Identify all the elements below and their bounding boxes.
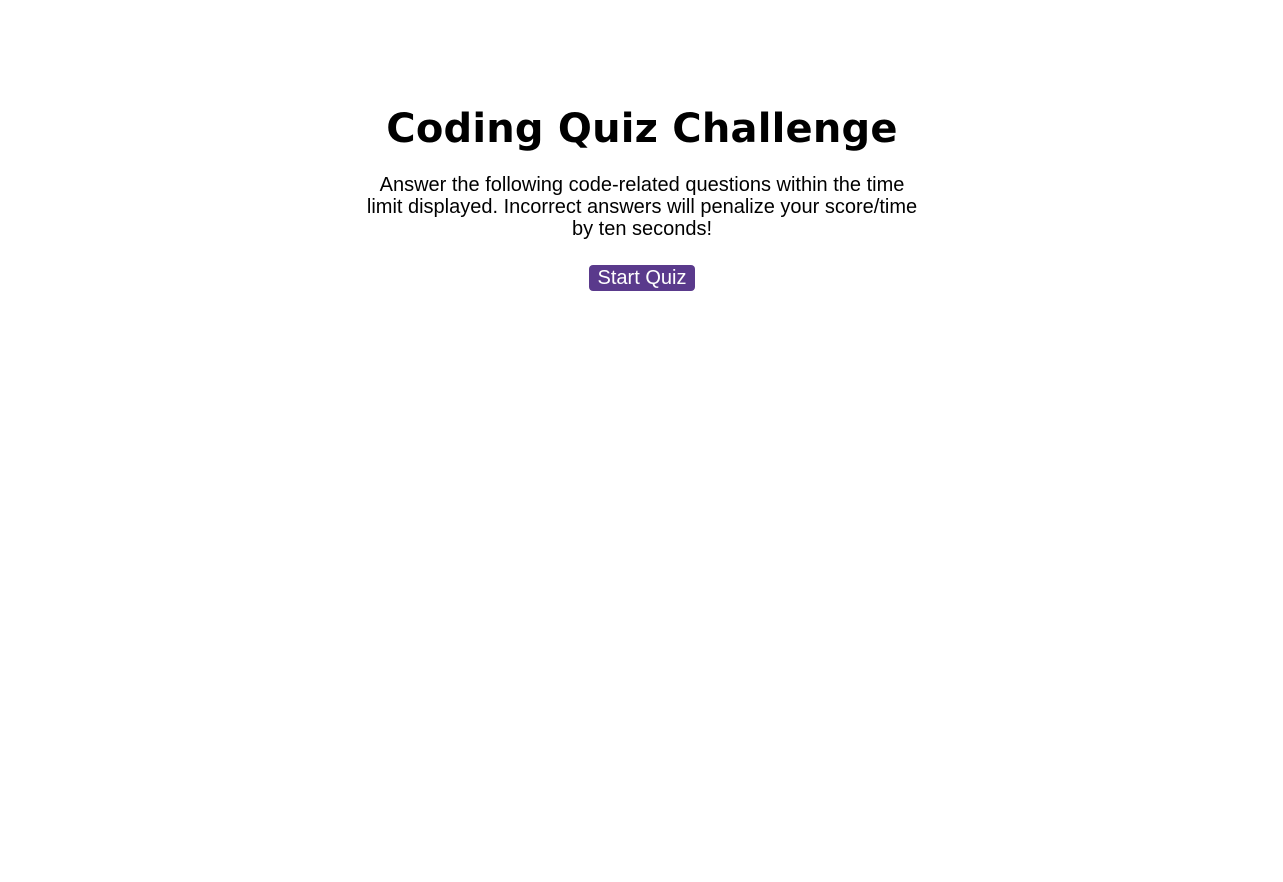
page-title: Coding Quiz Challenge xyxy=(386,106,898,152)
quiz-intro: Coding Quiz Challenge Answer the followi… xyxy=(362,100,922,291)
quiz-instructions: Answer the following code-related questi… xyxy=(366,174,918,240)
start-quiz-button[interactable]: Start Quiz xyxy=(588,265,696,291)
